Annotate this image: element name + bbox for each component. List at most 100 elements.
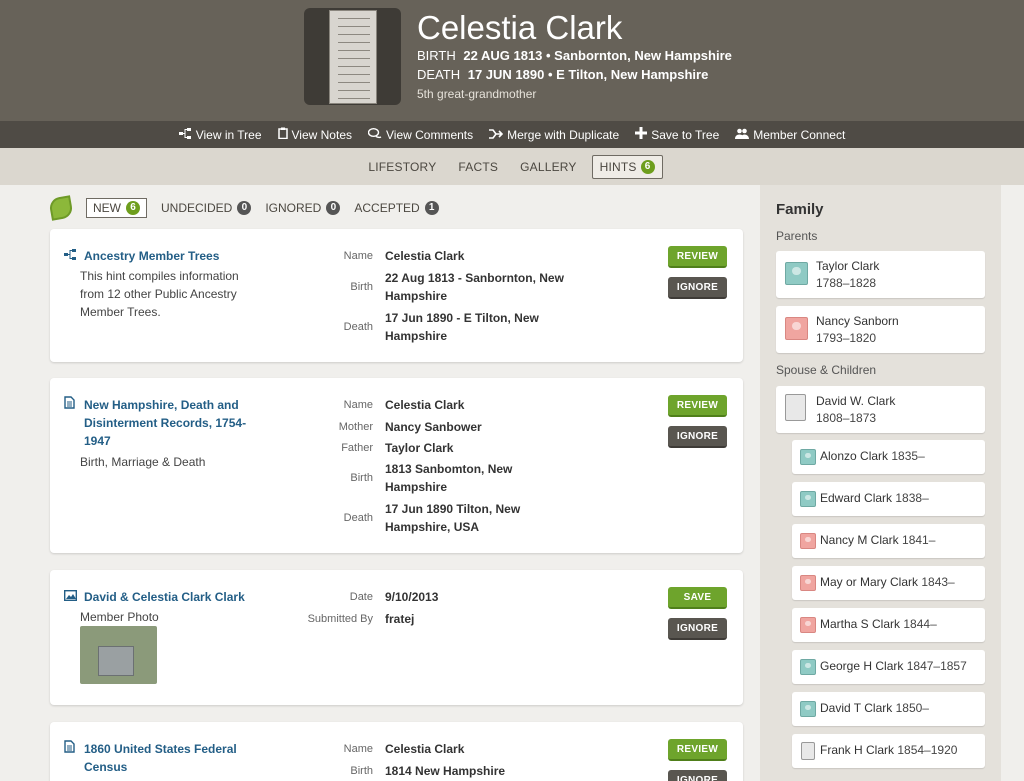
- review-button[interactable]: REVIEW: [668, 739, 727, 761]
- tab-lifestory[interactable]: LIFESTORY: [361, 156, 443, 178]
- field-value: 22 Aug 1813 - Sanbornton, New Hampshire: [385, 271, 564, 303]
- filter-ignored-label: IGNORED: [265, 201, 322, 215]
- ignore-button[interactable]: IGNORE: [668, 426, 727, 448]
- profile-header: Celestia Clark BIRTH 22 AUG 1813 • Sanbo…: [0, 0, 1024, 121]
- child-card[interactable]: Edward Clark 1838–: [792, 482, 985, 516]
- ignore-button[interactable]: IGNORE: [668, 770, 727, 781]
- field-label: Birth: [350, 281, 373, 293]
- review-button[interactable]: REVIEW: [668, 395, 727, 417]
- photo-thumbnail[interactable]: [80, 626, 157, 684]
- profile-photo[interactable]: [304, 8, 401, 105]
- male-avatar-icon: [785, 262, 808, 285]
- field-label: Name: [343, 399, 373, 411]
- child-card[interactable]: Nancy M Clark 1841–: [792, 524, 985, 558]
- hint-card: New Hampshire, Death and Disinterment Rec…: [50, 378, 743, 553]
- field-row: Death 17 Jun 1890 Tilton, New Hampshire, …: [50, 500, 710, 536]
- view-in-tree-button[interactable]: View in Tree: [178, 127, 262, 142]
- field-row: Name Celestia Clark: [50, 740, 710, 758]
- save-button[interactable]: SAVE: [668, 587, 727, 609]
- field-row: Father Taylor Clark: [50, 439, 710, 457]
- filter-undecided-count: 0: [237, 201, 252, 215]
- field-label: Name: [343, 250, 373, 262]
- female-avatar-icon: [800, 533, 816, 549]
- child-card[interactable]: Alonzo Clark 1835–: [792, 440, 985, 474]
- family-heading: Family: [776, 201, 824, 218]
- tab-hints[interactable]: HINTS 6: [591, 154, 663, 179]
- child-name-line: May or Mary Clark 1843–: [820, 575, 955, 589]
- merge-duplicate-button[interactable]: Merge with Duplicate: [489, 128, 619, 142]
- parent-card[interactable]: Nancy Sanborn 1793–1820: [776, 306, 985, 353]
- field-value: 1813 Sanbomton, New Hampshire: [385, 462, 513, 494]
- hints-count-badge: 6: [640, 159, 655, 174]
- merge-icon: [489, 128, 504, 142]
- parent-card[interactable]: Taylor Clark 1788–1828: [776, 251, 985, 298]
- filter-accepted-count: 1: [424, 201, 439, 215]
- death-line: DEATH 17 JUN 1890 • E Tilton, New Hampsh…: [417, 67, 708, 82]
- child-card[interactable]: May or Mary Clark 1843–: [792, 566, 985, 600]
- male-avatar-icon: [800, 449, 816, 465]
- save-to-tree-label: Save to Tree: [651, 127, 720, 142]
- field-value: 17 Jun 1890 Tilton, New Hampshire, USA: [385, 502, 521, 534]
- field-value: 9/10/2013: [385, 590, 439, 604]
- filter-undecided[interactable]: UNDECIDED 0: [161, 201, 252, 215]
- child-card[interactable]: Martha S Clark 1844–: [792, 608, 985, 642]
- field-label: Submitted By: [307, 613, 373, 625]
- ignore-button[interactable]: IGNORE: [668, 618, 727, 640]
- view-comments-label: View Comments: [386, 127, 474, 142]
- tab-gallery[interactable]: GALLERY: [513, 156, 584, 178]
- field-label: Death: [343, 512, 373, 524]
- female-avatar-icon: [785, 317, 808, 340]
- filter-new-count: 6: [126, 201, 140, 215]
- spouse-children-label: Spouse & Children: [776, 363, 877, 377]
- child-name-line: George H Clark 1847–1857: [820, 659, 967, 673]
- filter-ignored[interactable]: IGNORED 0: [265, 201, 341, 215]
- merge-duplicate-label: Merge with Duplicate: [507, 127, 620, 142]
- unknown-avatar-icon: [801, 742, 815, 760]
- hint-card: 1860 United States Federal Census Name Ce…: [50, 722, 743, 781]
- filter-accepted-label: ACCEPTED: [354, 201, 420, 215]
- child-name-line: David T Clark 1850–: [820, 701, 929, 715]
- parents-label: Parents: [776, 229, 818, 243]
- member-connect-label: Member Connect: [753, 127, 846, 142]
- child-card[interactable]: David T Clark 1850–: [792, 692, 985, 726]
- field-row: Date 9/10/2013: [50, 588, 710, 606]
- child-name-line: Nancy M Clark 1841–: [820, 533, 936, 547]
- page-gutter: [1001, 185, 1024, 781]
- people-icon: [735, 128, 750, 142]
- leaf-icon: [48, 195, 74, 221]
- review-button[interactable]: REVIEW: [668, 246, 727, 268]
- field-label: Birth: [350, 765, 373, 777]
- view-notes-button[interactable]: View Notes: [277, 127, 352, 142]
- field-label: Death: [343, 321, 373, 333]
- field-label: Birth: [350, 472, 373, 484]
- field-label: Name: [343, 743, 373, 755]
- child-card[interactable]: Frank H Clark 1854–1920: [792, 734, 985, 768]
- tab-hints-label: HINTS: [599, 159, 637, 174]
- filter-new[interactable]: NEW 6: [86, 198, 147, 218]
- person-name: David W. Clark: [816, 394, 896, 408]
- child-card[interactable]: George H Clark 1847–1857: [792, 650, 985, 684]
- person-dates: 1793–1820: [816, 331, 877, 345]
- field-row: Name Celestia Clark: [50, 396, 710, 414]
- save-to-tree-button[interactable]: Save to Tree: [635, 127, 719, 142]
- female-avatar-icon: [800, 575, 816, 591]
- view-in-tree-label: View in Tree: [195, 127, 262, 142]
- tab-facts[interactable]: FACTS: [451, 156, 505, 178]
- field-row: Mother Nancy Sanbower: [50, 418, 710, 436]
- member-connect-button[interactable]: Member Connect: [735, 128, 845, 142]
- spouse-card[interactable]: David W. Clark 1808–1873: [776, 386, 985, 433]
- child-name-line: Frank H Clark 1854–1920: [820, 743, 958, 757]
- view-notes-label: View Notes: [291, 127, 352, 142]
- plus-icon: [635, 127, 648, 142]
- death-label: DEATH: [417, 67, 461, 82]
- ignore-button[interactable]: IGNORE: [668, 277, 727, 299]
- person-name: Nancy Sanborn: [816, 314, 899, 328]
- field-value: 17 Jun 1890 - E Tilton, New Hampshire: [385, 311, 539, 343]
- filter-accepted[interactable]: ACCEPTED 1: [354, 201, 439, 215]
- field-row: Submitted By fratej: [50, 610, 710, 628]
- view-comments-button[interactable]: View Comments: [367, 127, 474, 142]
- hints-panel: NEW 6 UNDECIDED 0 IGNORED 0 ACCEPTED 1 A…: [0, 185, 760, 781]
- male-avatar-icon: [800, 701, 816, 717]
- male-avatar-icon: [800, 491, 816, 507]
- field-value: Taylor Clark: [385, 441, 454, 455]
